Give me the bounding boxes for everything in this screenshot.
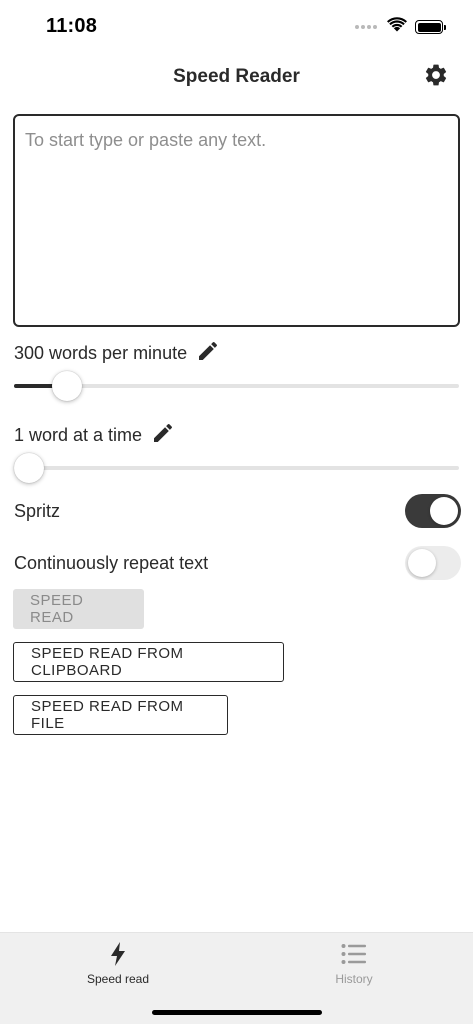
lightning-icon: [0, 941, 236, 967]
app-header: Speed Reader: [0, 54, 473, 100]
nav-label: History: [335, 972, 373, 986]
edit-chunk-button[interactable]: [150, 422, 176, 448]
repeat-row: Continuously repeat text: [14, 546, 461, 580]
spritz-row: Spritz: [14, 494, 461, 528]
page-title: Speed Reader: [173, 66, 300, 87]
spritz-label: Spritz: [14, 501, 61, 521]
cellular-signal-icon: [355, 25, 377, 29]
toggle-knob: [430, 497, 458, 525]
speed-read-file-button[interactable]: SPEED READ FROM FILE: [13, 695, 228, 735]
status-time: 11:08: [46, 15, 98, 37]
edit-speed-button[interactable]: [195, 340, 221, 366]
text-input[interactable]: [13, 114, 460, 327]
bottom-nav: Speed read History: [0, 932, 473, 1024]
gear-icon: [423, 62, 449, 93]
list-icon: [236, 941, 472, 967]
repeat-label: Continuously repeat text: [14, 553, 209, 573]
home-indicator: [152, 1010, 322, 1015]
chunk-label: 1 word at a time: [14, 424, 143, 445]
nav-speed-read[interactable]: Speed read: [0, 933, 236, 999]
chunk-slider[interactable]: [14, 450, 459, 486]
nav-label: Speed read: [86, 972, 150, 986]
slider-thumb[interactable]: [14, 453, 44, 483]
speed-slider[interactable]: [14, 368, 459, 404]
battery-icon: [415, 20, 446, 34]
speed-read-button[interactable]: SPEED READ: [13, 589, 144, 629]
slider-thumb[interactable]: [52, 371, 83, 401]
slider-track: [14, 466, 459, 470]
speed-read-clipboard-button[interactable]: SPEED READ FROM CLIPBOARD: [13, 642, 284, 682]
spritz-toggle[interactable]: [405, 494, 461, 528]
speed-setting-row: 300 words per minute: [14, 340, 221, 366]
settings-button[interactable]: [421, 62, 451, 92]
status-icons: [355, 17, 446, 37]
pencil-icon: [151, 421, 175, 450]
nav-history[interactable]: History: [236, 933, 472, 999]
wifi-icon: [387, 17, 407, 37]
toggle-knob: [408, 549, 436, 577]
repeat-toggle[interactable]: [405, 546, 461, 580]
pencil-icon: [196, 339, 220, 368]
chunk-setting-row: 1 word at a time: [14, 422, 176, 448]
speed-label: 300 words per minute: [14, 342, 188, 363]
status-bar: 11:08: [0, 0, 473, 54]
